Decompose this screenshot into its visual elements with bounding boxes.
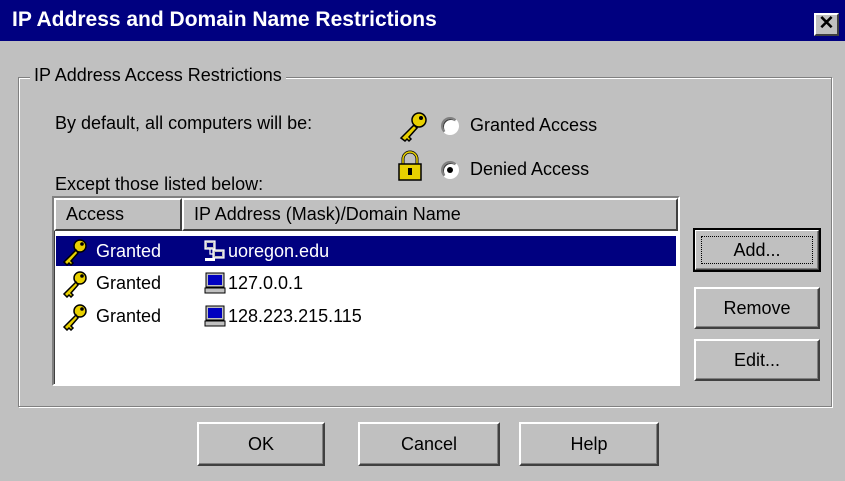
dialog-window: IP Address and Domain Name Restrictions … (0, 0, 845, 481)
help-button-label: Help (570, 434, 608, 454)
title-bar[interactable]: IP Address and Domain Name Restrictions … (0, 0, 845, 41)
remove-button[interactable]: Remove (694, 287, 820, 329)
denied-access-radio[interactable] (441, 161, 459, 179)
row-access: Granted (96, 241, 162, 261)
edit-button-label: Edit... (733, 350, 781, 370)
default-text: By default, all computers will be: (55, 113, 313, 133)
focus-rectangle (701, 236, 813, 264)
key-icon (399, 112, 427, 143)
granted-access-label[interactable]: Granted Access (470, 115, 597, 136)
ok-button-label: OK (247, 434, 274, 454)
computer-icon (204, 272, 226, 294)
cancel-button-label: Cancel (400, 434, 458, 454)
help-button[interactable]: Help (519, 422, 659, 466)
computer-icon (204, 305, 226, 327)
column-header-access[interactable]: Access (54, 198, 182, 231)
add-button[interactable]: Add... (693, 228, 821, 272)
key-icon (62, 271, 87, 298)
row-address: 127.0.0.1 (228, 273, 304, 293)
group-label: IP Address Access Restrictions (30, 65, 286, 86)
close-button[interactable]: ✕ (814, 13, 839, 36)
list-row[interactable]: Granted 128.223.215.115 (56, 301, 676, 331)
key-icon (62, 304, 87, 331)
close-icon: ✕ (818, 13, 835, 34)
row-address: 128.223.215.115 (228, 306, 362, 326)
list-row[interactable]: Granted 127.0.0.1 (56, 268, 676, 298)
lock-icon (398, 150, 422, 181)
column-header-address[interactable]: IP Address (Mask)/Domain Name (182, 198, 678, 231)
granted-access-radio[interactable] (441, 117, 459, 135)
list-row[interactable]: Granted uoregon.edu (56, 236, 676, 266)
cancel-button[interactable]: Cancel (358, 422, 500, 466)
column-header-address-label: IP Address (Mask)/Domain Name (194, 204, 461, 224)
ok-button[interactable]: OK (197, 422, 325, 466)
access-list[interactable]: Access IP Address (Mask)/Domain Name Gra… (52, 196, 680, 386)
edit-button[interactable]: Edit... (694, 339, 820, 381)
except-text: Except those listed below: (55, 174, 264, 194)
row-address: uoregon.edu (228, 241, 330, 261)
row-access: Granted (96, 273, 162, 293)
dialog-title: IP Address and Domain Name Restrictions (12, 8, 437, 31)
radio-selected-dot (447, 167, 453, 173)
denied-access-label[interactable]: Denied Access (470, 159, 589, 180)
column-header-access-label: Access (66, 204, 125, 224)
row-access: Granted (96, 306, 162, 326)
network-icon (204, 240, 225, 261)
remove-button-label: Remove (723, 298, 791, 318)
key-icon (62, 239, 87, 266)
